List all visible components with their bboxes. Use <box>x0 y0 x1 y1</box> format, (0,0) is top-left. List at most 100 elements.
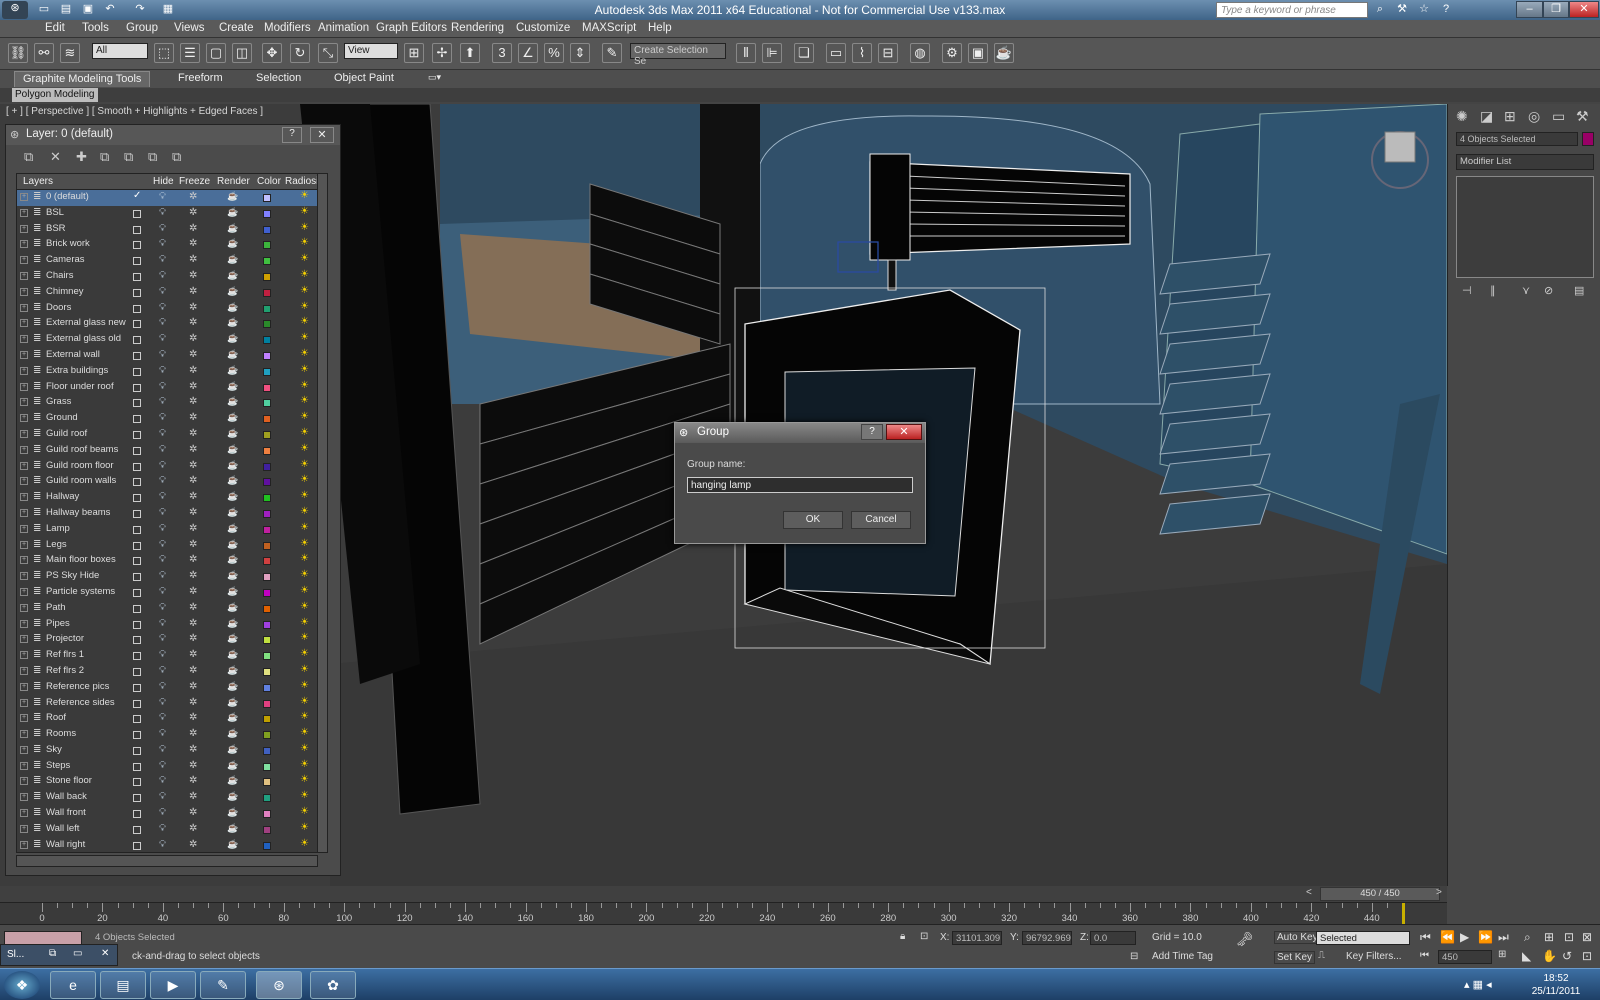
layer-row[interactable]: + ≣ Guild room walls 💡︎ ✲ ☕ ☀ <box>17 474 319 490</box>
hide-toggle-icon[interactable]: 💡︎ <box>159 223 166 234</box>
layer-expand-icon[interactable]: + <box>20 840 28 849</box>
freeze-toggle-icon[interactable]: ✲ <box>189 223 197 234</box>
layer-color-swatch[interactable] <box>263 225 271 234</box>
modify-tab-icon[interactable]: ◪ <box>1480 108 1493 125</box>
hide-toggle-icon[interactable]: 💡︎ <box>159 381 166 392</box>
layer-current-checkbox[interactable] <box>133 288 141 297</box>
hide-toggle-icon[interactable]: 💡︎ <box>159 444 166 455</box>
freeze-toggle-icon[interactable]: ✲ <box>189 286 197 297</box>
highlight-layer-icon[interactable]: ⧉ <box>124 149 133 165</box>
object-color-swatch[interactable] <box>1582 132 1594 146</box>
layer-expand-icon[interactable]: + <box>20 809 28 818</box>
layer-expand-icon[interactable]: + <box>20 524 28 533</box>
next-key-icon[interactable]: ⏩ <box>1478 930 1493 944</box>
layer-color-swatch[interactable] <box>263 604 271 613</box>
active-layer-check-icon[interactable]: ✓ <box>133 190 141 201</box>
layer-current-checkbox[interactable] <box>133 336 141 345</box>
layer-row[interactable]: + ≣ Main floor boxes 💡︎ ✲ ☕ ☀ <box>17 553 319 569</box>
layer-color-swatch[interactable] <box>263 588 271 597</box>
3dsmax-taskbar-icon[interactable]: ⊛ <box>256 971 302 999</box>
layer-expand-icon[interactable]: + <box>20 777 28 786</box>
set-key-button[interactable]: Set Key <box>1274 951 1316 964</box>
layer-color-swatch[interactable] <box>263 715 271 724</box>
goto-end-icon[interactable]: ⏭ <box>1498 930 1509 945</box>
hide-toggle-icon[interactable]: 💡︎ <box>159 507 166 518</box>
zoom-all-icon[interactable]: ⊞ <box>1544 930 1554 944</box>
zoom-icon[interactable]: ⌕ <box>1524 930 1531 945</box>
keyboard-shortcut-icon[interactable]: ⬆ <box>460 43 480 63</box>
layer-name[interactable]: Extra buildings <box>46 365 108 376</box>
layer-color-swatch[interactable] <box>263 620 271 629</box>
render-toggle-icon[interactable]: ☕ <box>227 475 238 486</box>
next-frame-icon[interactable]: > <box>1436 887 1442 898</box>
layer-expand-icon[interactable]: + <box>20 287 28 296</box>
layer-expand-icon[interactable]: + <box>20 761 28 770</box>
layer-row[interactable]: + ≣ Steps 💡︎ ✲ ☕ ☀ <box>17 759 319 775</box>
help-icon[interactable]: ? <box>1438 2 1454 17</box>
layer-name[interactable]: Guild room walls <box>46 475 116 486</box>
tab-freeform[interactable]: Freeform <box>170 71 231 87</box>
layer-color-swatch[interactable] <box>263 778 271 787</box>
render-toggle-icon[interactable]: ☕ <box>227 460 238 471</box>
layer-name[interactable]: Sky <box>46 744 62 755</box>
freeze-toggle-icon[interactable]: ✲ <box>189 412 197 423</box>
freeze-toggle-icon[interactable]: ✲ <box>189 586 197 597</box>
hide-toggle-icon[interactable]: 💡︎ <box>159 823 166 834</box>
hide-toggle-icon[interactable]: 💡︎ <box>159 681 166 692</box>
layer-color-swatch[interactable] <box>263 399 271 408</box>
layer-current-checkbox[interactable] <box>133 415 141 424</box>
hide-toggle-icon[interactable]: 💡︎ <box>159 839 166 850</box>
layer-color-swatch[interactable] <box>263 336 271 345</box>
freeze-toggle-icon[interactable]: ✲ <box>189 839 197 850</box>
media-player-icon[interactable]: ▶ <box>150 971 196 999</box>
system-clock[interactable]: 18:52 25/11/2011 <box>1516 972 1596 998</box>
layer-current-checkbox[interactable] <box>133 367 141 376</box>
layer-current-checkbox[interactable] <box>133 272 141 281</box>
menu-animation[interactable]: Animation <box>318 22 369 34</box>
layer-color-swatch[interactable] <box>263 636 271 645</box>
layer-row[interactable]: + ≣ PS Sky Hide 💡︎ ✲ ☕ ☀ <box>17 569 319 585</box>
hide-toggle-icon[interactable]: 💡︎ <box>159 365 166 376</box>
radiosity-toggle-icon[interactable]: ☀ <box>300 285 309 296</box>
layer-row[interactable]: + ≣ Guild roof 💡︎ ✲ ☕ ☀ <box>17 427 319 443</box>
minwin-max-icon[interactable]: ▭ <box>73 948 82 959</box>
layer-expand-icon[interactable]: + <box>20 682 28 691</box>
layer-color-swatch[interactable] <box>263 810 271 819</box>
window-crossing-icon[interactable]: ◫ <box>232 43 252 63</box>
mirror-icon[interactable]: ⫴ <box>736 43 756 63</box>
layer-current-checkbox[interactable] <box>133 778 141 787</box>
hierarchy-tab-icon[interactable]: ⊞ <box>1504 108 1516 125</box>
layer-name[interactable]: Wall left <box>46 823 79 834</box>
layer-name[interactable]: Main floor boxes <box>46 554 116 565</box>
group-dialog-titlebar[interactable]: ⊛ Group ? ✕ <box>675 423 925 443</box>
maxscript-listener[interactable] <box>4 931 82 945</box>
maximize-viewport-icon[interactable]: ⊡ <box>1582 949 1592 963</box>
freeze-toggle-icon[interactable]: ✲ <box>189 507 197 518</box>
minwin-restore-icon[interactable]: ⧉ <box>49 948 56 959</box>
layer-current-checkbox[interactable] <box>133 320 141 329</box>
radiosity-toggle-icon[interactable]: ☀ <box>300 206 309 217</box>
layer-row[interactable]: + ≣ Chairs 💡︎ ✲ ☕ ☀ <box>17 269 319 285</box>
menu-maxscript[interactable]: MAXScript <box>582 22 636 34</box>
radiosity-toggle-icon[interactable]: ☀ <box>300 348 309 359</box>
layer-row[interactable]: + ≣ Reference pics 💡︎ ✲ ☕ ☀ <box>17 680 319 696</box>
layer-current-checkbox[interactable] <box>133 683 141 692</box>
layer-row[interactable]: + ≣ External wall 💡︎ ✲ ☕ ☀ <box>17 348 319 364</box>
radiosity-toggle-icon[interactable]: ☀ <box>300 253 309 264</box>
layer-row[interactable]: + ≣ Lamp 💡︎ ✲ ☕ ☀ <box>17 522 319 538</box>
layer-row[interactable]: + ≣ Legs 💡︎ ✲ ☕ ☀ <box>17 538 319 554</box>
render-setup-icon[interactable]: ⚙ <box>942 43 962 63</box>
layer-expand-icon[interactable]: + <box>20 730 28 739</box>
layer-current-checkbox[interactable] <box>133 351 141 360</box>
freeze-toggle-icon[interactable]: ✲ <box>189 365 197 376</box>
render-toggle-icon[interactable]: ☕ <box>227 254 238 265</box>
layer-color-swatch[interactable] <box>263 731 271 740</box>
render-toggle-icon[interactable]: ☕ <box>227 302 238 313</box>
freeze-toggle-icon[interactable]: ✲ <box>189 649 197 660</box>
render-toggle-icon[interactable]: ☕ <box>227 191 238 202</box>
layer-row[interactable]: + ≣ Wall left 💡︎ ✲ ☕ ☀ <box>17 822 319 838</box>
layer-color-swatch[interactable] <box>263 194 271 202</box>
layer-expand-icon[interactable]: + <box>20 793 28 802</box>
close-icon[interactable]: ✕ <box>886 424 922 440</box>
render-toggle-icon[interactable]: ☕ <box>227 381 238 392</box>
